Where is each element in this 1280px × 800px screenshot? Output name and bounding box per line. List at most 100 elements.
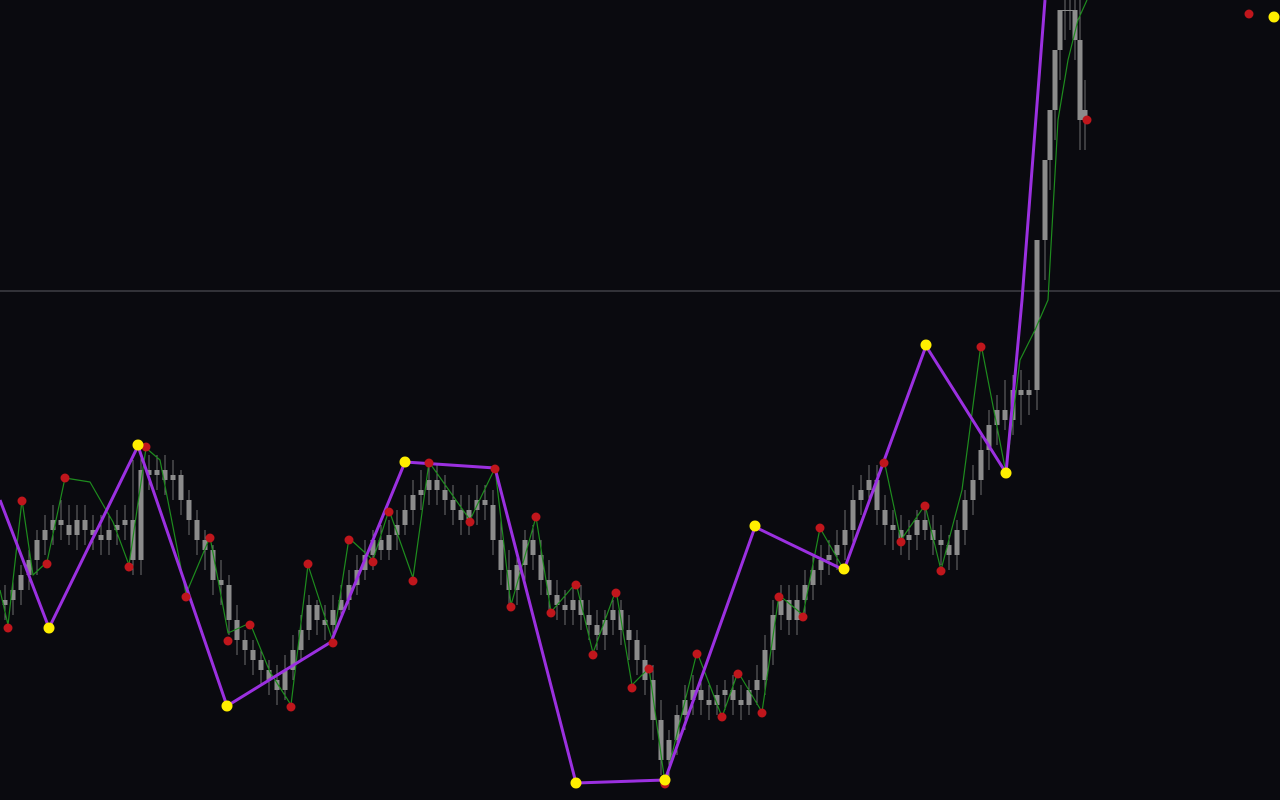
candle-body — [226, 585, 232, 620]
minor-pivot-point — [879, 458, 889, 468]
candle-body — [978, 450, 984, 480]
candle-body — [410, 495, 416, 510]
candle-body — [866, 480, 872, 490]
candle-body — [1042, 160, 1048, 240]
major-pivot-point — [1268, 11, 1280, 23]
candle-body — [562, 605, 568, 610]
minor-pivot-point — [408, 576, 418, 586]
candle-body — [330, 610, 336, 625]
candle-body — [154, 470, 160, 475]
minor-pivot-point — [644, 664, 654, 674]
candle-body — [434, 480, 440, 490]
minor-pivot-point — [124, 562, 134, 572]
minor-pivot-point — [42, 559, 52, 569]
candle-body — [250, 650, 256, 660]
major-pivot-point — [1000, 467, 1012, 479]
candle-body — [242, 640, 248, 650]
major-pivot-point — [570, 777, 582, 789]
candle-body — [826, 555, 832, 560]
candle-body — [970, 480, 976, 500]
candle-body — [1034, 240, 1040, 390]
minor-pivot-point — [1244, 9, 1254, 19]
candle-body — [1062, 10, 1068, 11]
candle-body — [42, 530, 48, 540]
major-pivot-point — [659, 774, 671, 786]
minor-pivot-point — [976, 342, 986, 352]
minor-pivot-point — [896, 537, 906, 547]
minor-pivot-point — [60, 473, 70, 483]
minor-pivot-point — [774, 592, 784, 602]
candle-body — [34, 540, 40, 560]
minor-pivot-point — [303, 559, 313, 569]
candle-body — [882, 510, 888, 525]
minor-pivot-point — [506, 602, 516, 612]
candle-body — [626, 630, 632, 640]
minor-pivot-point — [936, 566, 946, 576]
candle-body — [778, 600, 784, 615]
candle-body — [722, 690, 728, 695]
candle-body — [426, 480, 432, 490]
candle-body — [106, 530, 112, 540]
candle-body — [570, 600, 576, 610]
candle-body — [738, 700, 744, 705]
candle-body — [1067, 10, 1073, 11]
minor-pivot-point — [465, 517, 475, 527]
minor-pivot-point — [328, 638, 338, 648]
candle-body — [178, 475, 184, 500]
minor-pivot-point — [1082, 115, 1092, 125]
candle-body — [386, 535, 392, 550]
minor-pivot-point — [245, 620, 255, 630]
candle-body — [1047, 110, 1053, 160]
candle-body — [1077, 40, 1083, 120]
candle-body — [458, 510, 464, 520]
minor-pivot-point — [571, 580, 581, 590]
minor-pivot-point — [692, 649, 702, 659]
candle-body — [634, 640, 640, 660]
major-pivot-point — [132, 439, 144, 451]
candle-body — [586, 615, 592, 625]
minor-pivot-point — [798, 612, 808, 622]
candle-body — [818, 560, 824, 570]
candle-body — [914, 520, 920, 535]
major-pivot-point — [221, 700, 233, 712]
candle-body — [450, 500, 456, 510]
candle-body — [402, 510, 408, 525]
minor-pivot-point — [223, 636, 233, 646]
minor-pivot-point — [611, 588, 621, 598]
candle-body — [482, 500, 488, 505]
candle-body — [170, 475, 176, 480]
candle-body — [66, 525, 72, 535]
minor-pivot-point — [344, 535, 354, 545]
candle-body — [442, 490, 448, 500]
minor-pivot-point — [627, 683, 637, 693]
candle-body — [306, 605, 312, 630]
minor-pivot-point — [588, 650, 598, 660]
candle-body — [922, 520, 928, 530]
minor-pivot-point — [3, 623, 13, 633]
major-pivot-point — [749, 520, 761, 532]
candle-body — [610, 610, 616, 620]
candle-body — [954, 530, 960, 555]
minor-pivot-point — [531, 512, 541, 522]
candle-body — [194, 520, 200, 540]
candle-body — [906, 535, 912, 540]
candle-body — [186, 500, 192, 520]
minor-pivot-point — [733, 669, 743, 679]
candle-body — [58, 520, 64, 525]
candle-body — [418, 490, 424, 495]
candle-body — [98, 535, 104, 540]
candle-body — [1002, 410, 1008, 420]
candle-body — [18, 575, 24, 590]
minor-pivot-point — [286, 702, 296, 712]
candle-body — [858, 490, 864, 500]
candle-body — [602, 620, 608, 635]
candle-body — [1018, 390, 1024, 395]
minor-pivot-point — [757, 708, 767, 718]
chart-canvas — [0, 0, 1280, 800]
candle-body — [962, 500, 968, 530]
candle-body — [594, 625, 600, 635]
major-pivot-point — [43, 622, 55, 634]
candle-body — [938, 540, 944, 545]
minor-pivot-point — [717, 712, 727, 722]
minor-pivot-point — [384, 507, 394, 517]
